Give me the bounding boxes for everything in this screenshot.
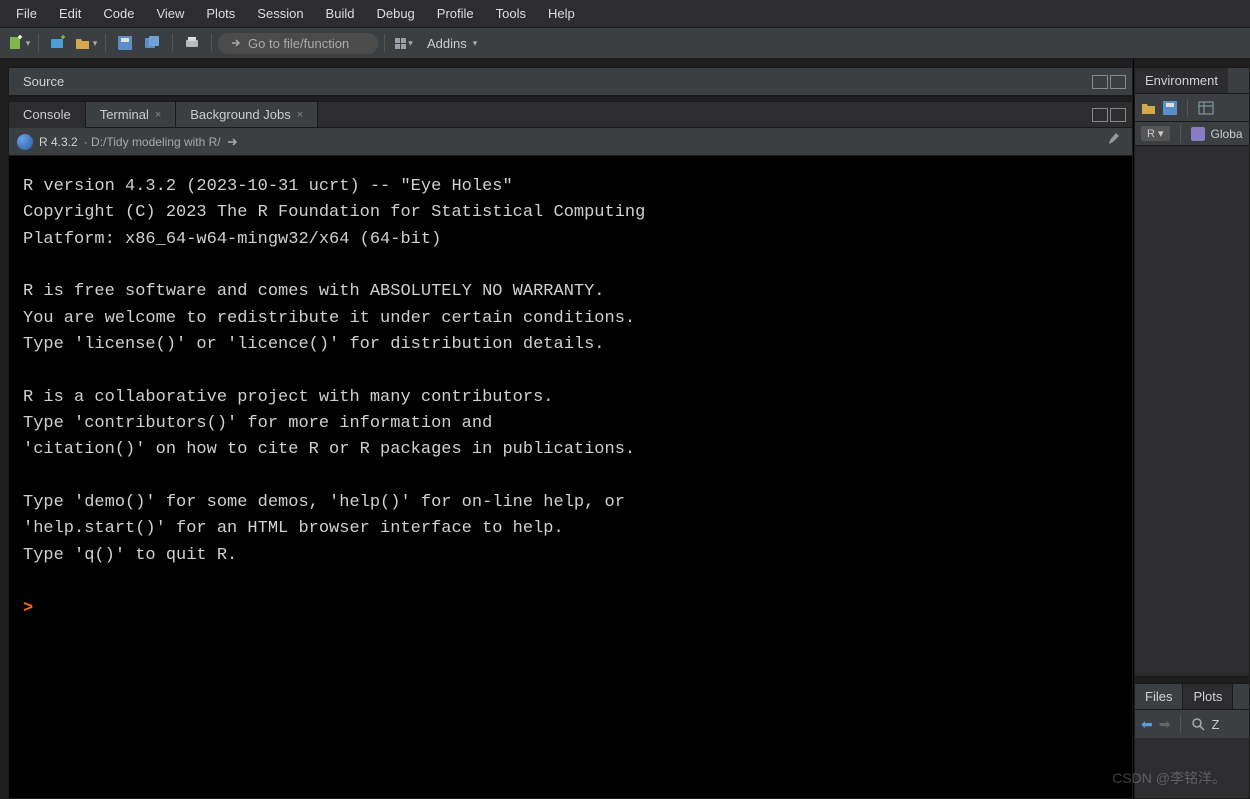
files-tabs: Files Plots xyxy=(1135,684,1249,710)
menu-session[interactable]: Session xyxy=(247,3,313,24)
plot-forward-button[interactable]: ➡ xyxy=(1159,716,1171,733)
import-dataset-icon[interactable] xyxy=(1198,101,1214,115)
goto-file-function-input[interactable]: Go to file/function xyxy=(218,33,378,54)
plot-back-button[interactable]: ⬅ xyxy=(1141,716,1153,733)
working-directory-label[interactable]: · D:/Tidy modeling with R/ xyxy=(84,135,221,149)
addins-button[interactable]: Addins ▾ xyxy=(419,33,485,54)
global-env-label[interactable]: Globa xyxy=(1211,127,1243,141)
source-pane-title: Source xyxy=(15,70,72,93)
chevron-down-icon: ▾ xyxy=(26,38,31,49)
watermark: CSDN @李铭洋。 xyxy=(1112,768,1226,788)
source-pane-header: Source xyxy=(9,68,1132,96)
menu-debug[interactable]: Debug xyxy=(366,3,424,24)
separator xyxy=(38,34,39,52)
separator xyxy=(172,34,173,52)
grid-view-button[interactable]: ▾ xyxy=(391,32,417,54)
goto-placeholder: Go to file/function xyxy=(248,36,349,51)
menu-plots[interactable]: Plots xyxy=(196,3,245,24)
zoom-label[interactable]: Z xyxy=(1211,717,1219,732)
tab-plots[interactable]: Plots xyxy=(1183,684,1233,709)
environment-pane: Environment R ▾ Globa xyxy=(1134,67,1250,677)
r-scope-selector[interactable]: R ▾ xyxy=(1141,126,1170,141)
menu-edit[interactable]: Edit xyxy=(49,3,91,24)
tab-files[interactable]: Files xyxy=(1135,684,1183,709)
separator xyxy=(1180,715,1181,733)
separator xyxy=(384,34,385,52)
maximize-pane-button[interactable] xyxy=(1110,108,1126,122)
console-text: R version 4.3.2 (2023-10-31 ucrt) -- "Ey… xyxy=(23,177,645,565)
maximize-pane-button[interactable] xyxy=(1110,75,1126,89)
console-prompt: > xyxy=(23,599,33,618)
separator xyxy=(1180,125,1181,143)
load-workspace-icon[interactable] xyxy=(1141,101,1157,115)
open-file-button[interactable]: ▾ xyxy=(73,32,99,54)
left-column: Source Console Terminal × Background Job… xyxy=(0,59,1133,799)
console-pane: Console Terminal × Background Jobs × R 4… xyxy=(8,101,1133,799)
new-project-button[interactable] xyxy=(45,32,71,54)
environment-toolbar xyxy=(1135,94,1249,122)
tab-environment[interactable]: Environment xyxy=(1135,68,1228,93)
close-icon[interactable]: × xyxy=(297,109,303,121)
new-file-button[interactable]: ▾ xyxy=(6,32,32,54)
r-logo-icon xyxy=(17,134,33,150)
right-column: Environment R ▾ Globa Files Plots ⬅ xyxy=(1133,59,1250,799)
console-toolbar: R 4.3.2 · D:/Tidy modeling with R/ xyxy=(9,128,1132,156)
minimize-pane-button[interactable] xyxy=(1092,75,1108,89)
clear-console-button[interactable] xyxy=(1106,132,1124,151)
print-button[interactable] xyxy=(179,32,205,54)
menu-file[interactable]: File xyxy=(6,3,47,24)
minimize-pane-button[interactable] xyxy=(1092,108,1108,122)
grid-icon xyxy=(395,38,406,49)
console-tabs: Console Terminal × Background Jobs × xyxy=(9,102,1132,128)
menu-code[interactable]: Code xyxy=(93,3,144,24)
global-env-icon xyxy=(1191,127,1205,141)
save-button[interactable] xyxy=(112,32,138,54)
separator xyxy=(211,34,212,52)
menu-tools[interactable]: Tools xyxy=(486,3,536,24)
chevron-down-icon: ▾ xyxy=(473,38,478,49)
popout-icon[interactable] xyxy=(227,136,241,148)
plots-toolbar: ⬅ ➡ Z xyxy=(1135,710,1249,738)
menubar: File Edit Code View Plots Session Build … xyxy=(0,0,1250,27)
arrow-right-icon xyxy=(230,37,242,49)
separator xyxy=(1187,99,1188,117)
environment-scope-bar: R ▾ Globa xyxy=(1135,122,1249,146)
chevron-down-icon: ▾ xyxy=(408,38,413,49)
menu-help[interactable]: Help xyxy=(538,3,585,24)
menu-profile[interactable]: Profile xyxy=(427,3,484,24)
save-workspace-icon[interactable] xyxy=(1163,101,1177,115)
environment-tabs: Environment xyxy=(1135,68,1249,94)
tab-terminal[interactable]: Terminal × xyxy=(86,102,177,127)
zoom-icon[interactable] xyxy=(1191,717,1205,731)
app-body: Source Console Terminal × Background Job… xyxy=(0,59,1250,799)
r-version-label: R 4.3.2 xyxy=(39,135,78,149)
console-output[interactable]: R version 4.3.2 (2023-10-31 ucrt) -- "Ey… xyxy=(9,156,1132,798)
close-icon[interactable]: × xyxy=(155,109,161,121)
menu-build[interactable]: Build xyxy=(316,3,365,24)
tab-background-jobs[interactable]: Background Jobs × xyxy=(176,102,318,127)
menu-view[interactable]: View xyxy=(146,3,194,24)
source-pane: Source xyxy=(8,67,1133,97)
separator xyxy=(105,34,106,52)
main-toolbar: ▾ ▾ Go to file/function ▾ Addins ▾ xyxy=(0,27,1250,59)
save-all-button[interactable] xyxy=(140,32,166,54)
tab-console[interactable]: Console xyxy=(9,102,86,128)
chevron-down-icon: ▾ xyxy=(93,38,98,49)
